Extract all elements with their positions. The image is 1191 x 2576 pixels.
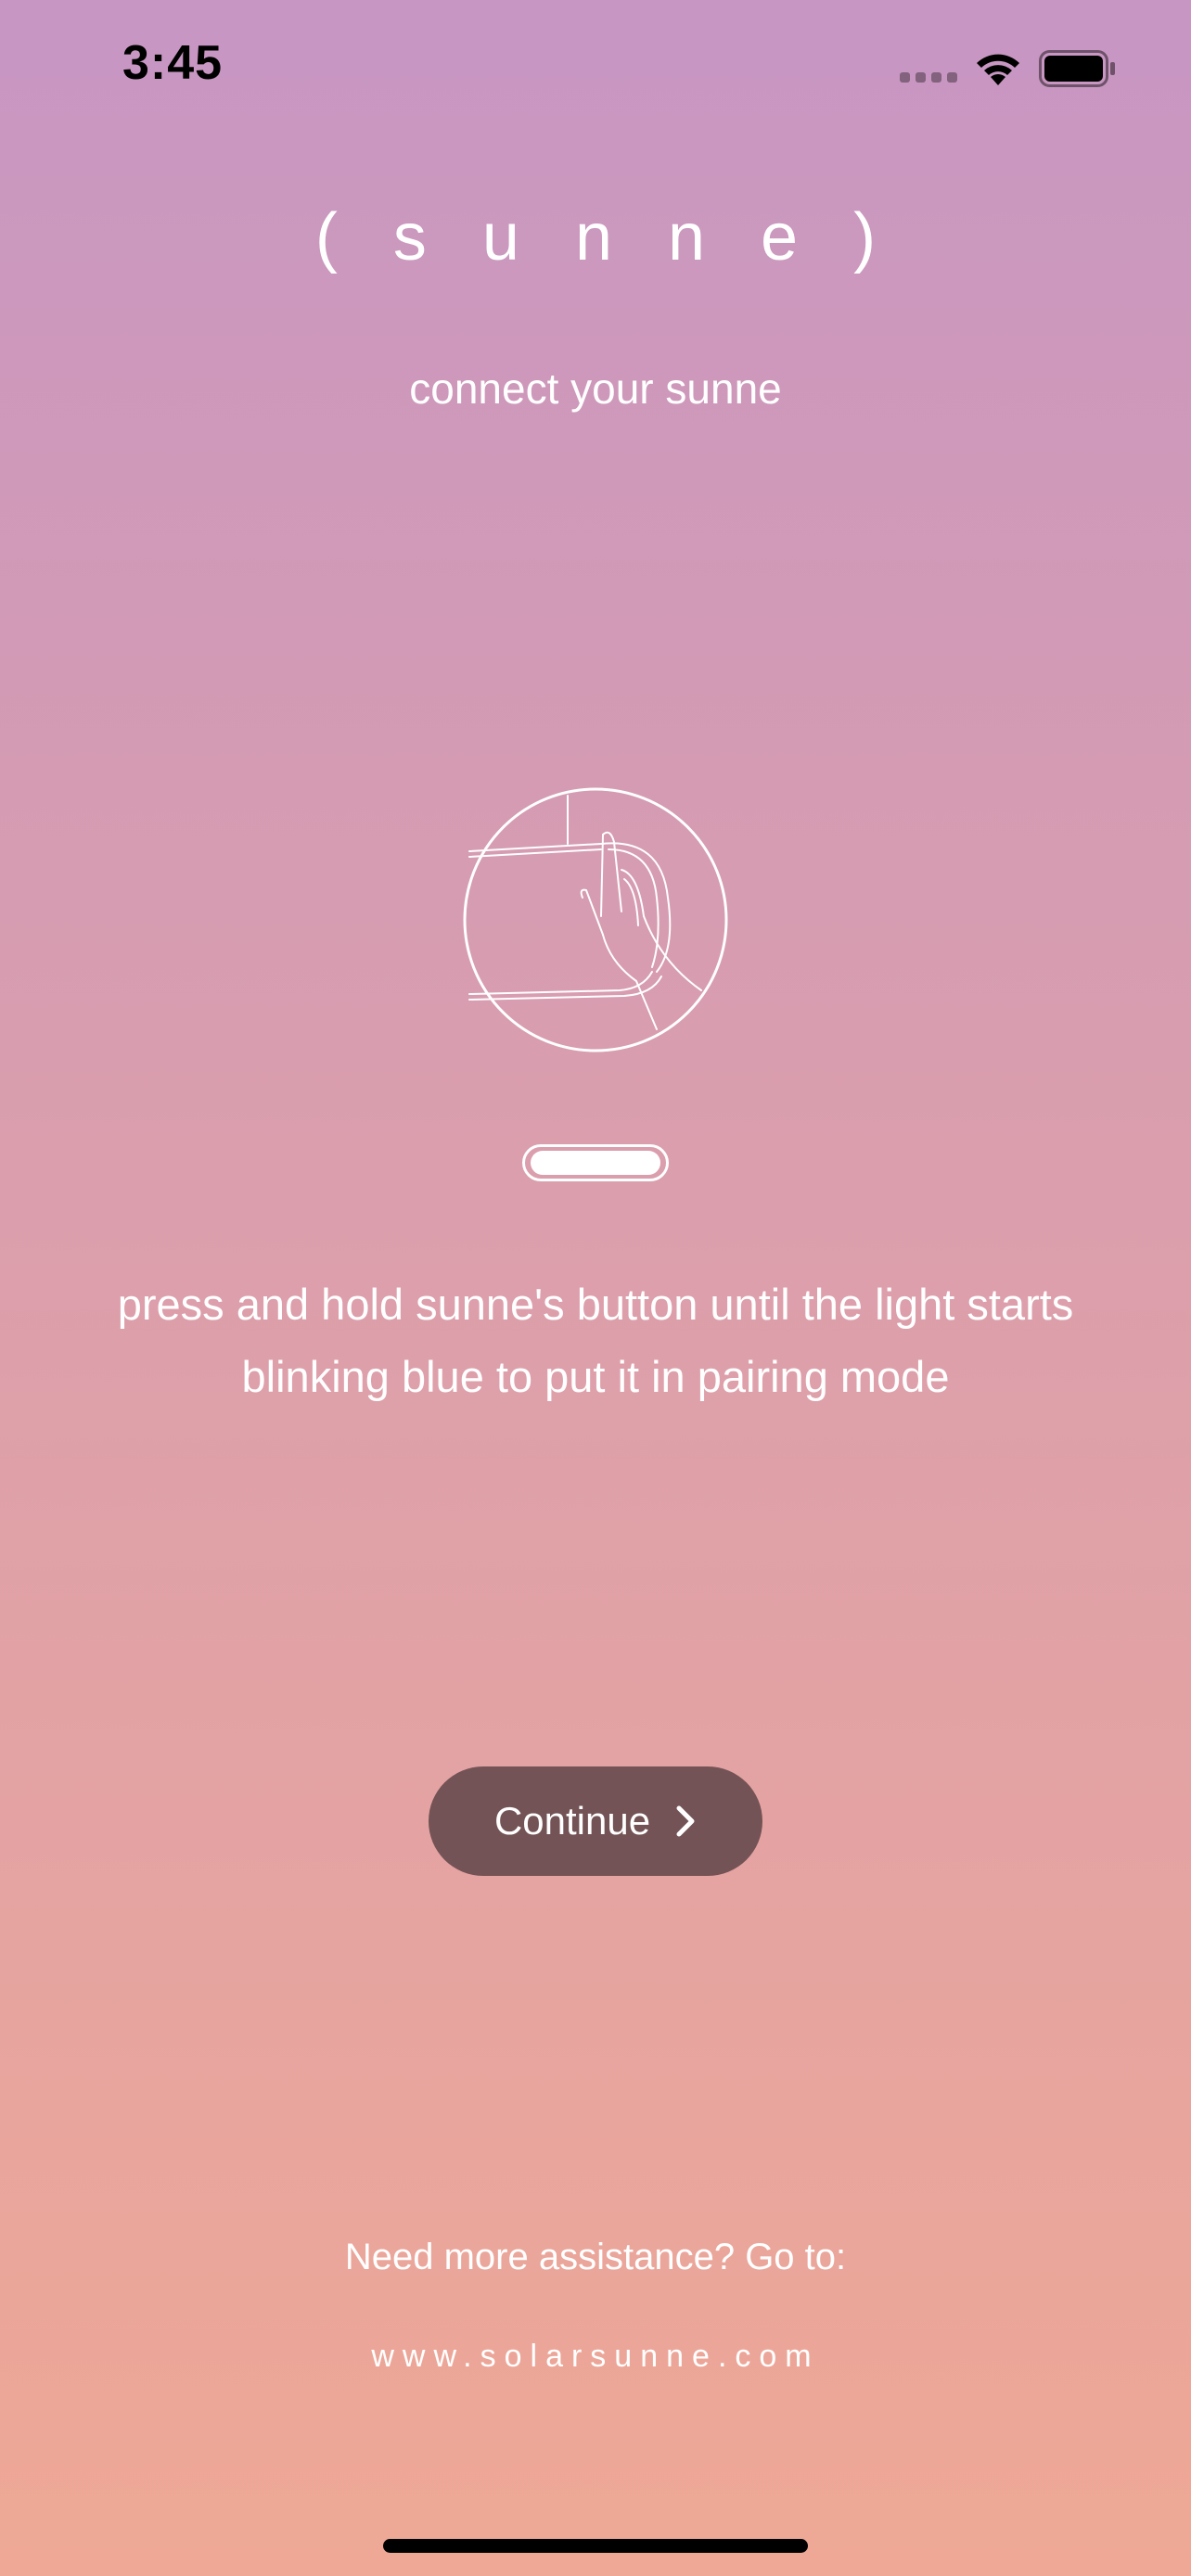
- help-text: Need more assistance? Go to:: [344, 2237, 847, 2277]
- continue-button[interactable]: Continue: [429, 1766, 762, 1876]
- website-link[interactable]: www.solarsunne.com: [0, 2339, 1191, 2375]
- app-logo: ( s u n n e ): [314, 200, 877, 274]
- signal-icon: [900, 72, 959, 85]
- hand-pressing-lamp-icon: [463, 787, 728, 1052]
- instructions-line-2: blinking blue to put it in pairing mode: [241, 1352, 950, 1401]
- pairing-light-indicator: [522, 1144, 669, 1181]
- instructions-line-1: press and hold sunne's button until the …: [117, 1280, 1074, 1329]
- chevron-right-icon: [676, 1805, 695, 1837]
- status-bar: 3:45: [0, 0, 1191, 139]
- battery-icon: [1039, 50, 1115, 87]
- home-indicator[interactable]: [383, 2539, 808, 2553]
- status-time: 3:45: [122, 36, 224, 90]
- page-subtitle: connect your sunne: [409, 364, 782, 413]
- instructions-text: press and hold sunne's button until the …: [56, 1269, 1135, 1413]
- wifi-icon: [977, 54, 1019, 85]
- continue-label: Continue: [493, 1799, 651, 1843]
